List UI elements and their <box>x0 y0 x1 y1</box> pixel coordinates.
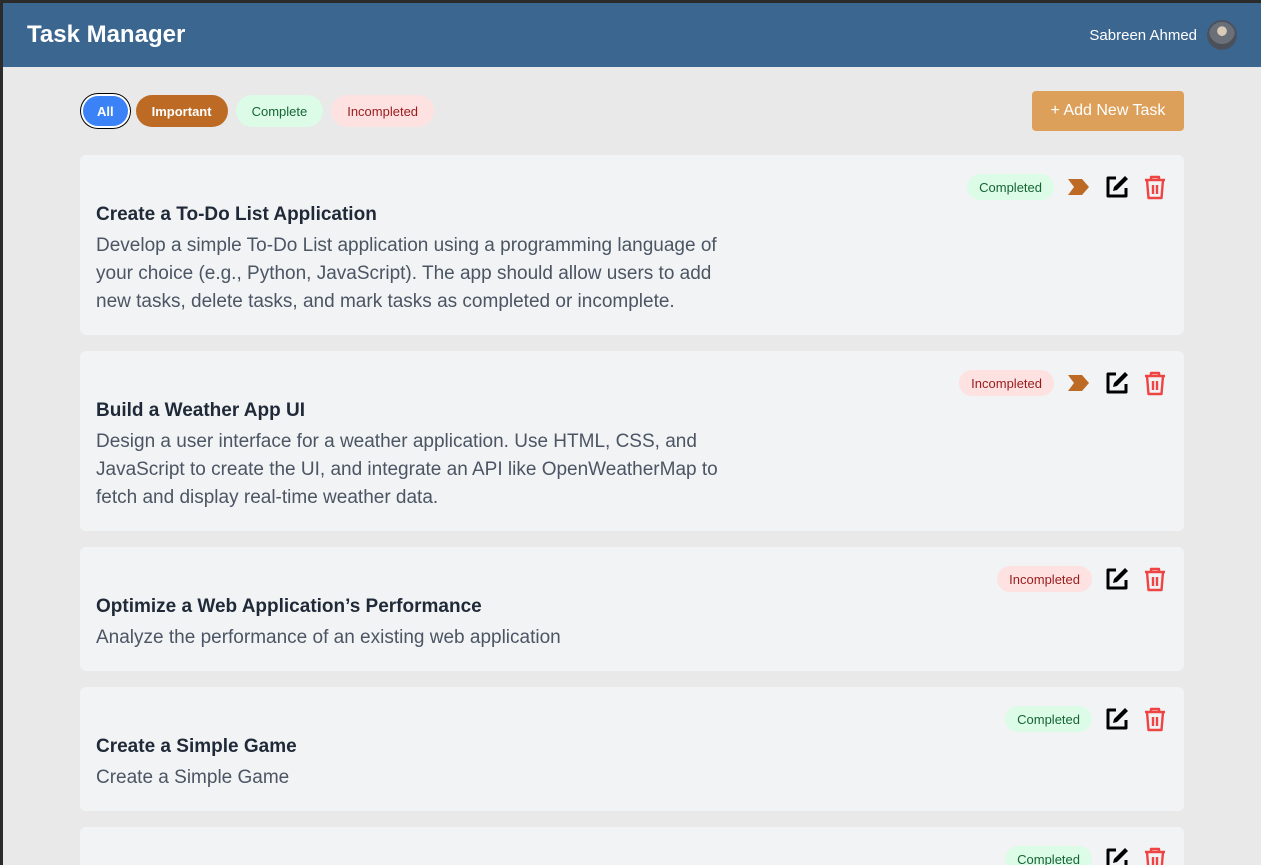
app-title: Task Manager <box>27 21 186 48</box>
task-actions: Incompleted <box>997 566 1168 592</box>
task-description: Analyze the performance of an existing w… <box>96 627 561 648</box>
filter-important[interactable]: Important <box>135 95 228 127</box>
task-title: Build a Weather App UI <box>96 400 306 421</box>
filter-all[interactable]: All <box>83 96 128 126</box>
header: Task Manager Sabreen Ahmed <box>3 3 1261 67</box>
task-title: Optimize a Web Application’s Performance <box>96 596 482 617</box>
task-card: Completed Create a To-Do List Applicatio… <box>80 155 1184 335</box>
task-card: Incompleted Build a Weather App UI Desig… <box>80 351 1184 531</box>
status-badge[interactable]: Incompleted <box>997 566 1092 592</box>
edit-icon[interactable] <box>1104 174 1130 200</box>
user-menu[interactable]: Sabreen Ahmed <box>1089 20 1237 50</box>
edit-icon[interactable] <box>1104 846 1130 865</box>
avatar[interactable] <box>1207 20 1237 50</box>
task-actions: Completed <box>967 174 1168 200</box>
filter-incompleted[interactable]: Incompleted <box>331 95 435 127</box>
app: Task Manager Sabreen Ahmed All Important… <box>3 3 1261 865</box>
task-description: Create a Simple Game <box>96 767 290 788</box>
task-actions: Incompleted <box>959 370 1168 396</box>
filter-group: All Important Complete Incompleted <box>80 95 435 127</box>
task-actions: Completed <box>1005 846 1168 865</box>
task-description: Design a user interface for a weather ap… <box>96 431 718 508</box>
status-badge[interactable]: Completed <box>1005 706 1092 732</box>
task-description: Develop a simple To-Do List application … <box>96 235 717 312</box>
status-badge[interactable]: Completed <box>967 174 1054 200</box>
task-card: Completed <box>80 827 1184 865</box>
task-actions: Completed <box>1005 706 1168 732</box>
edit-icon[interactable] <box>1104 706 1130 732</box>
edit-icon[interactable] <box>1104 370 1130 396</box>
trash-icon[interactable] <box>1142 174 1168 200</box>
edit-icon[interactable] <box>1104 566 1130 592</box>
status-badge[interactable]: Completed <box>1005 846 1092 865</box>
task-card: Incompleted Optimize a Web Application’s… <box>80 547 1184 671</box>
status-badge[interactable]: Incompleted <box>959 370 1054 396</box>
important-flag-icon[interactable] <box>1066 174 1092 200</box>
user-name: Sabreen Ahmed <box>1089 26 1197 44</box>
task-list: Completed Create a To-Do List Applicatio… <box>80 155 1184 865</box>
task-card: Completed Create a Simple Game Create a … <box>80 687 1184 811</box>
trash-icon[interactable] <box>1142 846 1168 865</box>
filter-complete[interactable]: Complete <box>235 95 324 127</box>
toolbar: All Important Complete Incompleted + Add… <box>80 91 1184 131</box>
important-flag-icon[interactable] <box>1066 370 1092 396</box>
trash-icon[interactable] <box>1142 566 1168 592</box>
add-task-button[interactable]: + Add New Task <box>1032 91 1184 131</box>
trash-icon[interactable] <box>1142 370 1168 396</box>
task-title: Create a To-Do List Application <box>96 204 377 225</box>
task-title: Create a Simple Game <box>96 736 297 757</box>
trash-icon[interactable] <box>1142 706 1168 732</box>
